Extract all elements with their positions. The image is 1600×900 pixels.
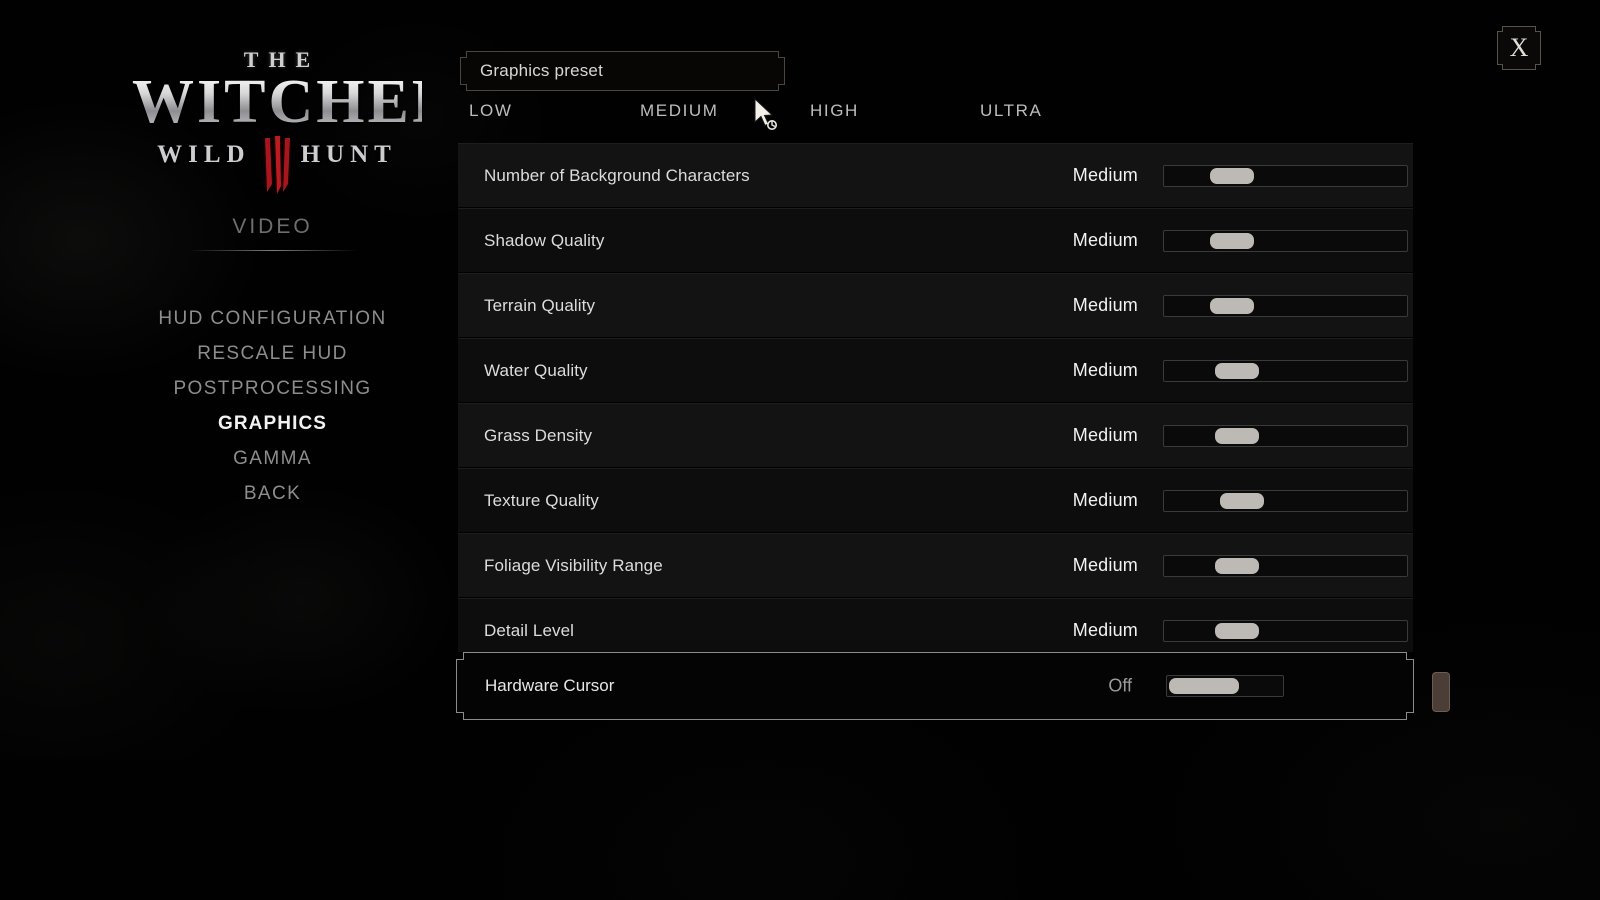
setting-value: Medium xyxy=(1072,425,1138,445)
slider-thumb[interactable] xyxy=(1214,362,1259,379)
sidebar-item-gamma[interactable]: GAMMA xyxy=(120,441,425,476)
setting-label: Foliage Visibility Range xyxy=(484,555,663,575)
sidebar-item-postprocessing[interactable]: POSTPROCESSING xyxy=(120,371,425,406)
preset-tier-ultra[interactable]: ULTRA xyxy=(980,101,1042,121)
corner-notch-br xyxy=(1535,64,1541,70)
logo-witcher-text: WITCHER xyxy=(132,68,460,136)
slider-thumb[interactable] xyxy=(1210,232,1255,249)
setting-label: Grass Density xyxy=(484,425,593,445)
slider-thumb[interactable] xyxy=(1219,492,1264,509)
slider-thumb[interactable] xyxy=(1214,557,1259,574)
setting-row[interactable]: Water Quality Medium xyxy=(458,338,1413,402)
setting-row[interactable]: Terrain Quality Medium xyxy=(458,273,1413,337)
setting-value: Medium xyxy=(1072,555,1138,575)
setting-slider[interactable] xyxy=(1163,554,1408,577)
corner-notch-bl xyxy=(1497,64,1503,70)
setting-label: Texture Quality xyxy=(484,490,599,510)
setting-label: Shadow Quality xyxy=(484,230,605,250)
setting-row[interactable]: Texture Quality Medium xyxy=(458,468,1413,532)
sidebar-item-hud-configuration[interactable]: HUD CONFIGURATION xyxy=(120,301,425,336)
preset-tier-medium[interactable]: MEDIUM xyxy=(640,101,719,121)
slider-thumb[interactable] xyxy=(1210,167,1255,184)
logo-hunt-text: HUNT xyxy=(300,141,397,168)
slider-thumb[interactable] xyxy=(1210,297,1255,314)
setting-row[interactable]: Number of Background Characters Medium xyxy=(458,143,1413,207)
sidebar-item-back[interactable]: BACK xyxy=(120,476,425,511)
close-button[interactable]: X xyxy=(1497,26,1541,70)
setting-toggle-hardware-cursor[interactable] xyxy=(1166,675,1284,697)
corner-notch-tl xyxy=(460,51,467,58)
setting-slider[interactable] xyxy=(1163,164,1408,187)
setting-row[interactable]: Grass Density Medium xyxy=(458,403,1413,467)
corner-notch-tr xyxy=(1406,652,1414,660)
setting-value: Medium xyxy=(1072,490,1138,510)
setting-value: Medium xyxy=(1072,230,1138,250)
slider-thumb[interactable] xyxy=(1214,622,1259,639)
logo-subtitle: WILD HUNT xyxy=(132,136,422,194)
setting-slider[interactable] xyxy=(1163,424,1408,447)
setting-value: Medium xyxy=(1072,165,1138,185)
settings-list: Number of Background Characters Medium Sha… xyxy=(458,143,1413,663)
corner-notch-tl xyxy=(456,652,464,660)
preset-tier-row: LOW MEDIUM HIGH ULTRA xyxy=(460,101,1080,125)
setting-label-hardware-cursor: Hardware Cursor xyxy=(485,676,615,695)
logo-wild-text: WILD xyxy=(157,141,251,168)
wolf-claw-numeral-icon xyxy=(265,136,290,194)
setting-value: Medium xyxy=(1072,620,1138,640)
corner-notch-tr xyxy=(1535,26,1541,32)
setting-slider[interactable] xyxy=(1163,619,1408,642)
setting-value-hardware-cursor: Off xyxy=(1108,675,1132,696)
corner-notch-tl xyxy=(1497,26,1503,32)
sidebar-menu: HUD CONFIGURATION RESCALE HUD POSTPROCESSI… xyxy=(120,301,425,511)
setting-row[interactable]: Foliage Visibility Range Medium xyxy=(458,533,1413,597)
corner-notch-tr xyxy=(778,51,785,58)
setting-row[interactable]: Shadow Quality Medium xyxy=(458,208,1413,272)
toggle-thumb[interactable] xyxy=(1169,678,1239,694)
preset-tier-low[interactable]: LOW xyxy=(469,101,513,121)
sidebar-item-rescale-hud[interactable]: RESCALE HUD xyxy=(120,336,425,371)
game-options-screen: THE WITCHER WILD HUNT VIDEO HUD CONFIGURA… xyxy=(0,0,1600,900)
corner-notch-br xyxy=(1406,712,1414,720)
graphics-preset-label: Graphics preset xyxy=(480,61,603,80)
setting-label: Detail Level xyxy=(484,620,575,640)
scrollbar-track[interactable] xyxy=(1432,143,1450,721)
close-icon: X xyxy=(1509,33,1529,62)
corner-notch-br xyxy=(778,84,785,91)
setting-label: Water Quality xyxy=(484,360,588,380)
sidebar-item-graphics[interactable]: GRAPHICS xyxy=(120,406,425,441)
setting-slider[interactable] xyxy=(1163,359,1408,382)
sidebar-divider xyxy=(187,250,358,251)
setting-slider[interactable] xyxy=(1163,294,1408,317)
preset-tier-high[interactable]: HIGH xyxy=(810,101,859,121)
setting-value: Medium xyxy=(1072,360,1138,380)
sidebar-section-title: VIDEO xyxy=(232,215,313,238)
setting-label: Number of Background Characters xyxy=(484,165,750,185)
scrollbar-thumb[interactable] xyxy=(1432,672,1450,712)
corner-notch-bl xyxy=(460,84,467,91)
setting-slider[interactable] xyxy=(1163,229,1408,252)
sidebar: VIDEO HUD CONFIGURATION RESCALE HUD POSTPR… xyxy=(120,214,425,511)
corner-notch-bl xyxy=(456,712,464,720)
game-logo: THE WITCHER WILD HUNT xyxy=(132,48,460,194)
graphics-preset-box[interactable]: Graphics preset xyxy=(460,51,785,91)
setting-value: Medium xyxy=(1072,295,1138,315)
slider-thumb[interactable] xyxy=(1214,427,1259,444)
setting-label: Terrain Quality xyxy=(484,295,596,315)
setting-slider[interactable] xyxy=(1163,489,1408,512)
setting-row-hardware-cursor[interactable]: Hardware Cursor Off xyxy=(456,652,1414,720)
